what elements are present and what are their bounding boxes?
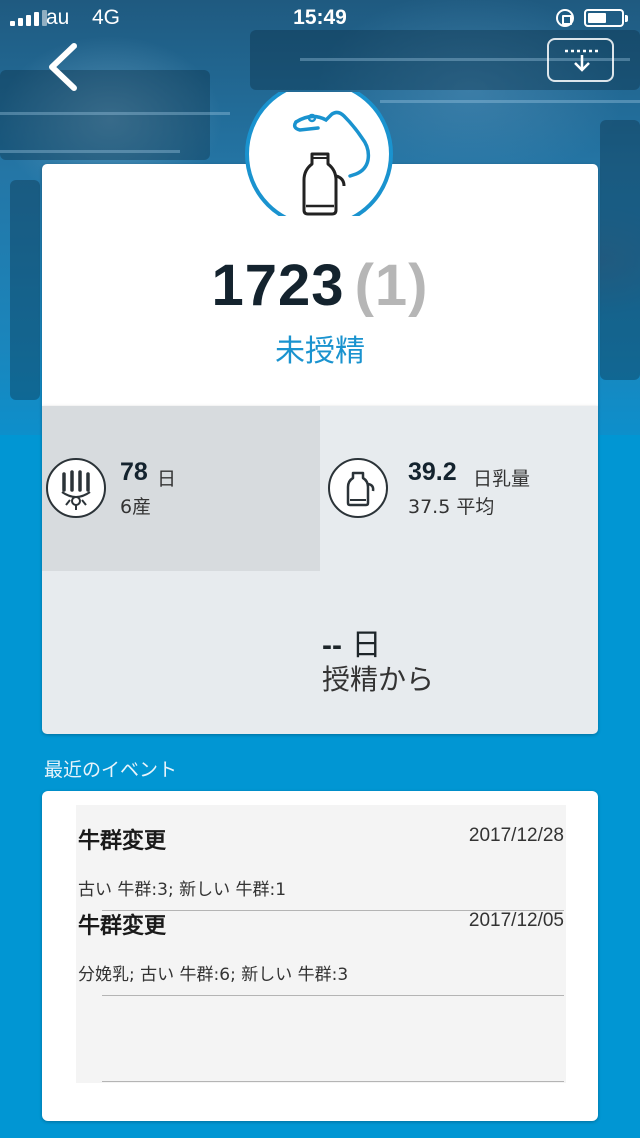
event-divider (102, 995, 564, 996)
event-date: 2017/12/05 (468, 910, 564, 931)
cow-identifier: 1723 (1) (42, 252, 598, 319)
status-time: 15:49 (293, 6, 347, 29)
recent-events-card: 牛群変更 2017/12/28 古い 牛群:3; 新しい 牛群:1 牛群変更 2… (42, 791, 598, 1121)
average-milk: 37.5 平均 (408, 496, 495, 518)
chevron-left-icon (49, 43, 77, 91)
reproduction-status: 未授精 (275, 334, 365, 369)
back-button[interactable] (40, 40, 90, 94)
days-in-milk-value: 78 (120, 458, 148, 486)
stats-panel: 78 日 6産 39.2 日乳量 37.5 平均 -- 日 授精から (42, 406, 598, 734)
daily-milk-value: 39.2 (408, 458, 457, 486)
download-icon (565, 49, 599, 72)
event-date: 2017/12/28 (468, 825, 564, 846)
recent-events-heading: 最近のイベント (44, 759, 178, 781)
days-in-milk-unit: 日 (157, 468, 177, 490)
event-divider (102, 1081, 564, 1082)
download-button[interactable] (547, 38, 614, 82)
milk-can-icon (328, 458, 388, 518)
cow-milk-badge (242, 92, 396, 216)
cow-number: 1723 (211, 253, 345, 318)
battery-icon (584, 9, 628, 27)
event-item[interactable]: 牛群変更 2017/12/05 分娩乳; 古い 牛群:6; 新しい 牛群:3 (76, 890, 566, 985)
event-item[interactable]: 牛群変更 2017/12/28 古い 牛群:3; 新しい 牛群:1 (76, 805, 566, 900)
event-title: 牛群変更 (78, 914, 167, 939)
days-since-insemination-caption: 授精から (322, 663, 435, 696)
event-description: 分娩乳; 古い 牛群:6; 新しい 牛群:3 (78, 965, 349, 985)
orientation-lock-icon (556, 9, 574, 27)
lactation-number: (1) (354, 253, 429, 318)
daily-milk-unit: 日乳量 (473, 468, 531, 490)
status-bar: au 4G 15:49 (0, 0, 640, 38)
events-list: 牛群変更 2017/12/28 古い 牛群:3; 新しい 牛群:1 牛群変更 2… (76, 805, 566, 1083)
event-title: 牛群変更 (78, 829, 167, 854)
udder-icon (46, 458, 106, 518)
lactation-count: 6産 (120, 496, 152, 518)
